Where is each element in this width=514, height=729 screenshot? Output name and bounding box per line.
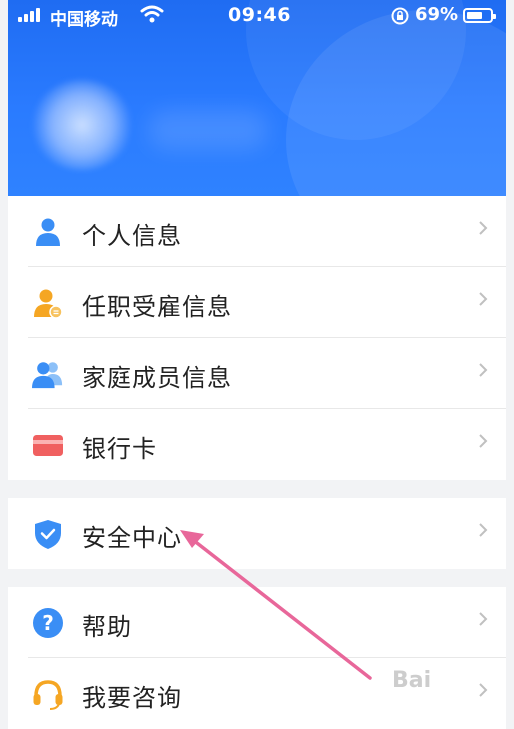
bank-card-icon (33, 435, 63, 456)
menu-item-security-center[interactable]: 安全中心 (8, 498, 506, 569)
help-icon: ? (33, 608, 63, 638)
chevron-right-icon (479, 612, 488, 626)
menu-item-help[interactable]: ? 帮助 (8, 587, 506, 658)
menu-item-label: 个人信息 (82, 222, 182, 250)
chevron-right-icon (479, 363, 488, 377)
watermark: Bai (392, 668, 432, 693)
chevron-right-icon (479, 221, 488, 235)
menu-item-label: 我要咨询 (82, 684, 182, 712)
carrier-name: 中国移动 (50, 10, 118, 30)
headset-icon (33, 680, 63, 710)
family-icon (32, 362, 63, 389)
menu-item-label: 银行卡 (82, 435, 157, 463)
chevron-right-icon (479, 292, 488, 306)
person-icon (36, 218, 60, 246)
menu-item-personal-info[interactable]: 个人信息 (8, 196, 506, 267)
menu-group-security: 安全中心 (8, 498, 506, 569)
signal-icon (18, 8, 40, 22)
chevron-right-icon (479, 683, 488, 697)
menu-item-consult[interactable]: 我要咨询 (8, 658, 506, 729)
svg-text:?: ? (42, 611, 54, 635)
status-bar: 中国移动 09:46 69% (8, 0, 506, 32)
menu-group-profile: 个人信息 任职受雇信息 家庭成员信息 银行卡 (8, 196, 506, 480)
menu-item-label: 帮助 (82, 613, 132, 641)
settings-menu: 个人信息 任职受雇信息 家庭成员信息 银行卡 安全中心 ? 帮助 我要咨询 (8, 196, 506, 729)
menu-item-bank-card[interactable]: 银行卡 (8, 409, 506, 480)
user-name-blurred (148, 110, 268, 150)
menu-item-label: 安全中心 (82, 524, 182, 552)
profile-header: 中国移动 09:46 69% (8, 0, 506, 196)
menu-group-support: ? 帮助 我要咨询 (8, 587, 506, 729)
shield-icon (35, 520, 61, 549)
battery-percent: 69% (415, 4, 459, 25)
section-gap (8, 569, 506, 587)
chevron-right-icon (479, 434, 488, 448)
avatar[interactable] (32, 80, 132, 170)
menu-item-family-info[interactable]: 家庭成员信息 (8, 338, 506, 409)
menu-item-employment-info[interactable]: 任职受雇信息 (8, 267, 506, 338)
wifi-icon (140, 5, 164, 23)
section-gap (8, 480, 506, 498)
rotation-lock-icon (391, 7, 409, 25)
menu-item-label: 任职受雇信息 (82, 293, 232, 321)
employee-icon (34, 289, 63, 319)
clock: 09:46 (228, 4, 291, 26)
chevron-right-icon (479, 523, 488, 537)
menu-item-label: 家庭成员信息 (82, 364, 232, 392)
battery-icon (463, 8, 496, 23)
